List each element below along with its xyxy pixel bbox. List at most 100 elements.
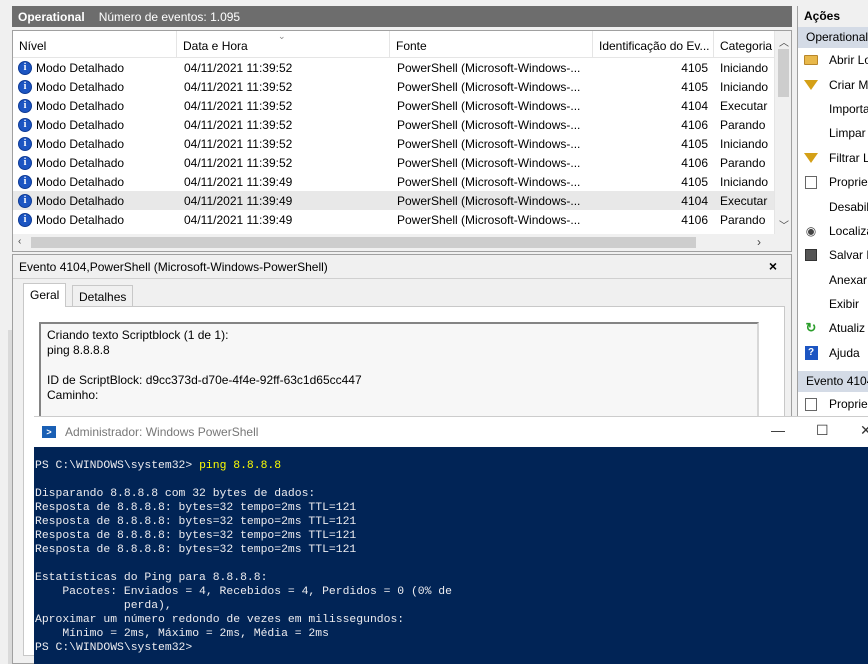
binoculars-icon: ◉ (805, 223, 817, 238)
level-text: Modo Detalhado (36, 155, 125, 170)
table-row[interactable]: i Modo Detalhado 04/11/2021 11:39:52 PowerS… (13, 96, 791, 115)
tab-general[interactable]: Geral (23, 283, 67, 307)
level-text: Modo Detalhado (36, 79, 125, 94)
source-cell: PowerShell (Microsoft-Windows-... (397, 155, 581, 170)
maximize-icon[interactable]: ☐ (816, 422, 829, 439)
tab-details[interactable]: Detalhes (72, 285, 134, 307)
source-cell: PowerShell (Microsoft-Windows-... (397, 60, 581, 75)
powershell-window[interactable]: > Administrador: Windows PowerShell — ☐ … (34, 416, 868, 664)
scroll-down-icon[interactable]: ﹀ (779, 217, 789, 232)
actions-section-event[interactable]: Evento 4104 (798, 371, 868, 393)
action-item[interactable]: Filtrar L (798, 146, 868, 170)
level-text: Modo Detalhado (36, 136, 125, 151)
table-row[interactable]: i Modo Detalhado 04/11/2021 11:39:52 PowerS… (13, 115, 791, 134)
datetime-cell: 04/11/2021 11:39:49 (184, 193, 293, 208)
category-cell: Executar (720, 193, 768, 208)
event-id-cell: 4106 (681, 212, 708, 227)
action-item[interactable]: Criar M (798, 72, 868, 96)
action-item[interactable]: Importa (798, 97, 868, 121)
category-cell: Executar (720, 98, 768, 113)
table-row[interactable]: i Modo Detalhado 04/11/2021 11:39:49 PowerS… (13, 191, 791, 210)
scrollbar-thumb[interactable] (778, 49, 789, 97)
table-row[interactable]: i Modo Detalhado 04/11/2021 11:39:49 PowerS… (13, 172, 791, 191)
action-item[interactable]: ↻ Atualiz (798, 316, 868, 340)
scroll-right-icon[interactable]: › (757, 235, 761, 249)
datetime-cell: 04/11/2021 11:39:52 (184, 98, 293, 113)
action-item[interactable]: ◉ Localiza (798, 219, 868, 243)
table-row[interactable]: i Modo Detalhado 04/11/2021 11:39:52 PowerS… (13, 77, 791, 96)
level-cell: i Modo Detalhado (13, 60, 177, 75)
close-icon[interactable]: × (769, 258, 777, 274)
action-item[interactable]: Desabil (798, 194, 868, 218)
action-item[interactable]: Proprie (798, 392, 868, 416)
category-cell: Iniciando (720, 79, 769, 94)
action-label: Criar M (829, 77, 868, 92)
info-icon: i (18, 136, 32, 151)
events-table: Nível Data e Hora Fonte Identificação do… (12, 30, 792, 252)
action-item[interactable]: Limpar (798, 121, 868, 145)
column-header-event-id[interactable]: Identificação do Ev... (593, 31, 714, 58)
column-header-category[interactable]: Categoria (714, 31, 776, 58)
event-id-cell: 4104 (681, 98, 708, 113)
action-label: Importa (829, 101, 868, 116)
scrollbar-thumb[interactable] (31, 237, 696, 248)
event-id-cell: 4105 (681, 60, 708, 75)
horizontal-scrollbar[interactable]: ‹ › (13, 234, 776, 251)
action-label: Exibir (829, 297, 860, 312)
action-label: Ajuda (829, 345, 860, 360)
column-header-source[interactable]: Fonte (390, 31, 593, 58)
log-actions-list: Abrir Lo Criar M Importa Limpar Filtrar L Pro… (798, 48, 868, 365)
action-item[interactable]: Abrir Lo (798, 48, 868, 72)
table-body: i Modo Detalhado 04/11/2021 11:39:52 PowerS… (13, 58, 791, 229)
event-id-cell: 4105 (681, 174, 708, 189)
refresh-icon: ↻ (805, 320, 817, 336)
source-cell: PowerShell (Microsoft-Windows-... (397, 117, 581, 132)
info-icon: i (18, 174, 32, 189)
save-icon (803, 247, 819, 263)
column-header-level[interactable]: Nível (13, 31, 177, 58)
info-icon: i (18, 212, 32, 227)
help-icon: ? (803, 345, 819, 361)
event-id-cell: 4105 (681, 79, 708, 94)
powershell-titlebar[interactable]: > Administrador: Windows PowerShell — ☐ … (34, 416, 868, 447)
datetime-cell: 04/11/2021 11:39:49 (184, 212, 293, 227)
action-label: Desabil (829, 199, 868, 214)
table-row[interactable]: i Modo Detalhado 04/11/2021 11:39:49 PowerS… (13, 210, 791, 229)
table-row[interactable]: i Modo Detalhado 04/11/2021 11:39:52 PowerS… (13, 134, 791, 153)
info-icon: i (18, 98, 32, 113)
action-item[interactable]: Proprie (798, 170, 868, 194)
close-icon[interactable]: ✕ (860, 422, 868, 439)
action-label: Localiza (829, 223, 868, 238)
scroll-left-icon[interactable]: ‹ (18, 236, 21, 247)
event-id-cell: 4105 (681, 136, 708, 151)
info-icon: i (18, 155, 32, 170)
action-item[interactable]: Salvar E (798, 243, 868, 267)
left-navigation-edge (0, 0, 12, 664)
event-id-cell: 4106 (681, 155, 708, 170)
action-item[interactable]: Exibir (798, 292, 868, 316)
log-name: Operational (18, 9, 85, 24)
action-label: Salvar E (829, 248, 868, 263)
folder-icon (803, 52, 819, 68)
scroll-up-icon[interactable]: ︿ (779, 34, 789, 49)
table-row[interactable]: i Modo Detalhado 04/11/2021 11:39:52 PowerS… (13, 58, 791, 77)
event-actions-list: Proprie (798, 392, 868, 416)
datetime-cell: 04/11/2021 11:39:52 (184, 117, 293, 132)
level-text: Modo Detalhado (36, 174, 125, 189)
source-cell: PowerShell (Microsoft-Windows-... (397, 98, 581, 113)
action-label: Anexar (829, 272, 868, 287)
level-text: Modo Detalhado (36, 117, 125, 132)
level-cell: i Modo Detalhado (13, 117, 177, 132)
vertical-scrollbar[interactable]: ︿ ﹀ (774, 31, 791, 251)
level-cell: i Modo Detalhado (13, 98, 177, 113)
event-count: Número de eventos: 1.095 (98, 9, 241, 24)
minimize-icon[interactable]: — (771, 422, 785, 438)
action-item[interactable]: Anexar (798, 268, 868, 292)
datetime-cell: 04/11/2021 11:39:52 (184, 79, 293, 94)
window-title: Administrador: Windows PowerShell (65, 425, 259, 439)
console-output[interactable]: PS C:\WINDOWS\system32> ping 8.8.8.8 Dis… (34, 447, 868, 655)
action-item[interactable]: ? Ajuda (798, 341, 868, 365)
actions-section-log[interactable]: Operational (798, 27, 868, 48)
level-text: Modo Detalhado (36, 193, 125, 208)
table-row[interactable]: i Modo Detalhado 04/11/2021 11:39:52 PowerS… (13, 153, 791, 172)
